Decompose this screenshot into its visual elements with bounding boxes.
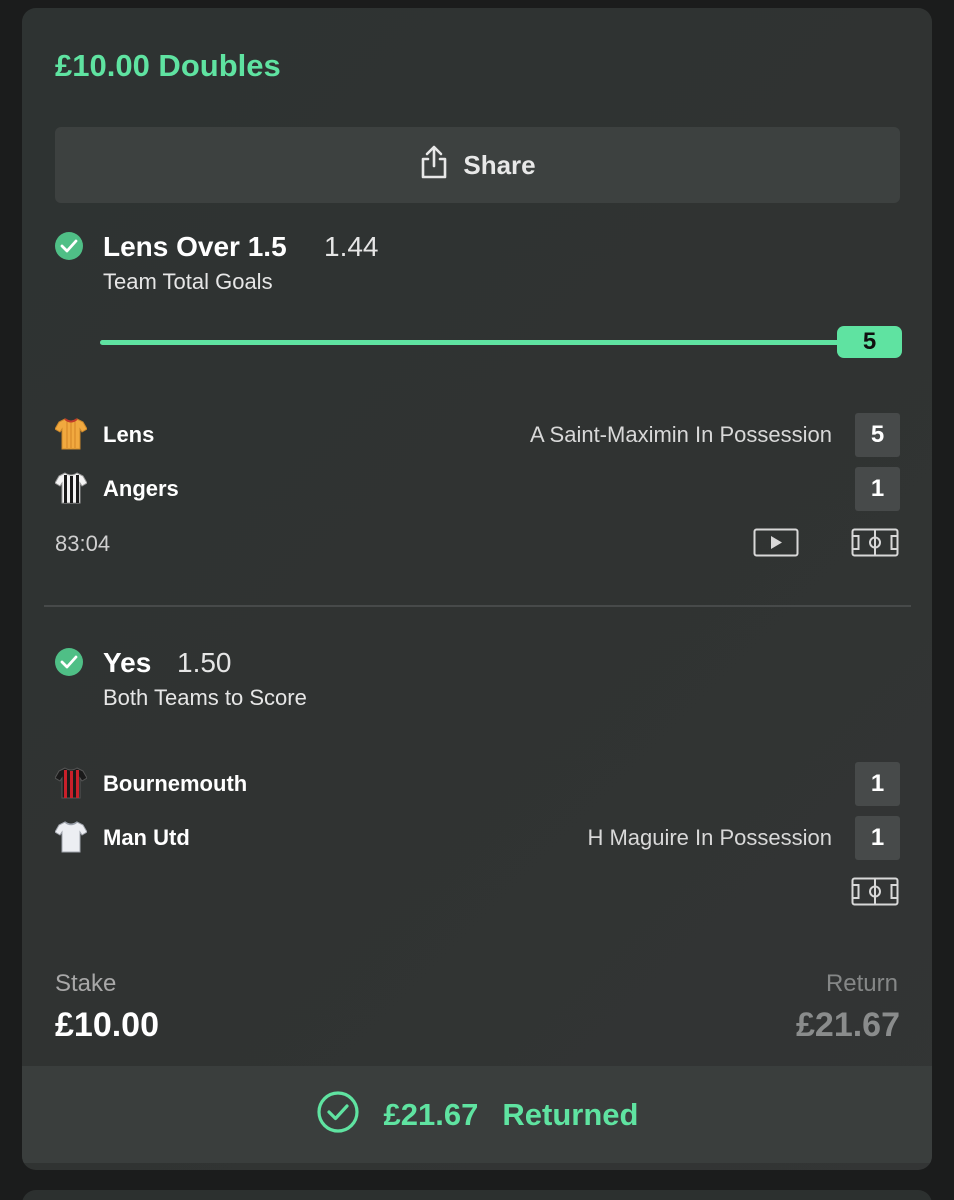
team-score: 1 bbox=[855, 467, 900, 511]
team-name: Angers bbox=[103, 476, 179, 501]
bet-card: £10.00 Doubles Share Lens Over 1.5 1.44 … bbox=[22, 8, 932, 1170]
returned-status: Returned bbox=[502, 1096, 639, 1132]
team-row: Lens A Saint-Maximin In Possession 5 bbox=[54, 413, 900, 457]
team-score: 1 bbox=[855, 762, 900, 806]
team-name: Lens bbox=[103, 422, 155, 447]
team-score: 1 bbox=[855, 816, 900, 860]
man-utd-kit-icon bbox=[54, 820, 88, 854]
return-value: £21.67 bbox=[796, 1006, 900, 1044]
possession-text: A Saint-Maximin In Possession bbox=[529, 422, 832, 447]
selection-odds: 1.44 bbox=[324, 231, 379, 262]
returned-amount: £21.67 bbox=[383, 1096, 479, 1132]
stake-label: Stake bbox=[55, 970, 117, 997]
selection-name: Yes bbox=[103, 647, 152, 678]
team-row: Bournemouth 1 bbox=[54, 762, 900, 806]
angers-kit-icon bbox=[54, 471, 88, 505]
play-icon[interactable] bbox=[753, 528, 799, 563]
bet-title: £10.00 Doubles bbox=[55, 48, 281, 83]
selection-name: Lens Over 1.5 bbox=[103, 231, 287, 262]
returned-banner: £21.67 Returned bbox=[22, 1066, 932, 1163]
check-circle-icon bbox=[316, 1090, 360, 1139]
team-name: Man Utd bbox=[103, 825, 190, 850]
possession-text: H Maguire In Possession bbox=[587, 825, 832, 850]
share-icon bbox=[419, 145, 449, 186]
selection-odds: 1.50 bbox=[177, 647, 232, 678]
next-bet-card bbox=[22, 1190, 932, 1200]
pitch-icon[interactable] bbox=[851, 877, 899, 912]
share-button[interactable]: Share bbox=[55, 127, 900, 203]
selection-market: Both Teams to Score bbox=[103, 685, 307, 710]
selection-market: Team Total Goals bbox=[103, 269, 273, 294]
selection-divider bbox=[44, 605, 911, 607]
team-score: 5 bbox=[855, 413, 900, 457]
goals-progress-badge: 5 bbox=[837, 326, 902, 358]
share-label: Share bbox=[463, 149, 536, 180]
team-row: Angers 1 bbox=[54, 467, 900, 511]
stake-value: £10.00 bbox=[55, 1006, 159, 1044]
goals-progress-fill bbox=[100, 340, 900, 345]
bournemouth-kit-icon bbox=[54, 766, 88, 800]
return-label: Return bbox=[825, 970, 898, 997]
lens-kit-icon bbox=[54, 417, 88, 451]
pitch-icon[interactable] bbox=[851, 528, 899, 563]
check-circle-icon bbox=[55, 232, 83, 260]
team-row: Man Utd H Maguire In Possession 1 bbox=[54, 816, 900, 860]
check-circle-icon bbox=[55, 648, 83, 676]
goals-progress-bar bbox=[100, 340, 900, 345]
team-name: Bournemouth bbox=[103, 771, 248, 796]
match-clock: 83:04 bbox=[55, 531, 111, 556]
